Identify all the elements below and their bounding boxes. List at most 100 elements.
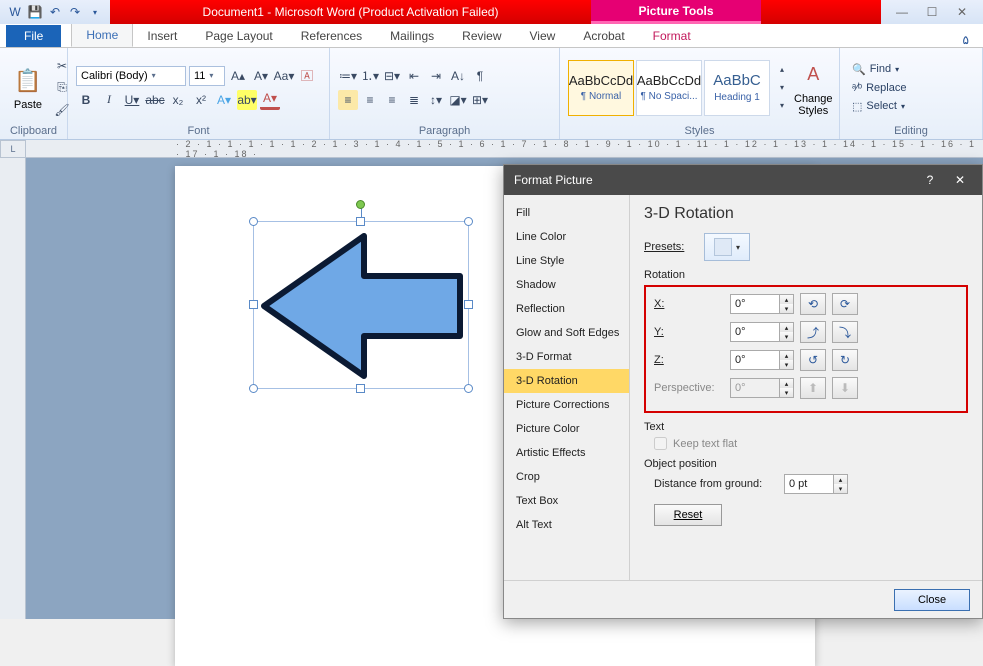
sidebar-picture-corrections[interactable]: Picture Corrections	[504, 393, 629, 417]
y-rotate-down-icon[interactable]: ⤵	[832, 321, 858, 343]
save-icon[interactable]: 💾	[26, 3, 44, 21]
close-button[interactable]: Close	[894, 589, 970, 611]
highlight-icon[interactable]: ab▾	[237, 90, 257, 110]
maximize-icon[interactable]: ☐	[917, 2, 947, 22]
clear-formatting-icon[interactable]: 🄰	[297, 66, 317, 86]
dialog-close-icon[interactable]: ✕	[948, 173, 972, 187]
redo-icon[interactable]: ↷	[66, 3, 84, 21]
subscript-button[interactable]: x₂	[168, 90, 188, 110]
shading-icon[interactable]: ◪▾	[448, 90, 468, 110]
sidebar-shadow[interactable]: Shadow	[504, 273, 629, 297]
minimize-icon[interactable]: —	[887, 2, 917, 22]
sidebar-3d-format[interactable]: 3-D Format	[504, 345, 629, 369]
tab-acrobat[interactable]: Acrobat	[569, 25, 638, 47]
reset-button[interactable]: Reset	[654, 504, 722, 526]
increase-indent-icon[interactable]: ⇥	[426, 66, 446, 86]
sidebar-line-color[interactable]: Line Color	[504, 225, 629, 249]
x-rotate-left-icon[interactable]: ⟲	[800, 293, 826, 315]
z-spinner[interactable]: ▴▾	[780, 350, 794, 370]
style-more-icon[interactable]: ▾	[772, 97, 792, 115]
sidebar-3d-rotation[interactable]: 3-D Rotation	[504, 369, 629, 393]
numbering-icon[interactable]: ⒈▾	[360, 66, 380, 86]
select-button[interactable]: ⬚Select▾	[848, 98, 910, 115]
close-window-icon[interactable]: ✕	[947, 2, 977, 22]
sidebar-artistic-effects[interactable]: Artistic Effects	[504, 441, 629, 465]
distance-input[interactable]: 0 pt	[784, 474, 834, 494]
resize-handle-t[interactable]	[356, 217, 365, 226]
x-rotate-right-icon[interactable]: ⟳	[832, 293, 858, 315]
rotation-handle[interactable]	[356, 200, 365, 209]
presets-dropdown[interactable]: ▾	[704, 233, 750, 261]
find-button[interactable]: 🔍Find▾	[848, 61, 910, 78]
text-effects-icon[interactable]: A▾	[214, 90, 234, 110]
align-center-icon[interactable]: ≡	[360, 90, 380, 110]
style-scroll-down-icon[interactable]: ▾	[772, 79, 792, 97]
z-rotate-cw-icon[interactable]: ↻	[832, 349, 858, 371]
horizontal-ruler[interactable]: · 2 · 1 · 1 · 1 · 1 · 1 · 2 · 1 · 3 · 1 …	[26, 140, 983, 158]
resize-handle-tl[interactable]	[249, 217, 258, 226]
tab-file[interactable]: File	[6, 25, 61, 47]
z-input[interactable]: 0°	[730, 350, 780, 370]
superscript-button[interactable]: x²	[191, 90, 211, 110]
align-left-icon[interactable]: ≡	[338, 90, 358, 110]
y-input[interactable]: 0°	[730, 322, 780, 342]
x-spinner[interactable]: ▴▾	[780, 294, 794, 314]
bullets-icon[interactable]: ≔▾	[338, 66, 358, 86]
tab-references[interactable]: References	[287, 25, 376, 47]
tab-mailings[interactable]: Mailings	[376, 25, 448, 47]
word-icon[interactable]: W	[6, 3, 24, 21]
resize-handle-l[interactable]	[249, 300, 258, 309]
show-marks-icon[interactable]: ¶	[470, 66, 490, 86]
sidebar-glow[interactable]: Glow and Soft Edges	[504, 321, 629, 345]
vertical-ruler[interactable]	[0, 158, 26, 619]
resize-handle-tr[interactable]	[464, 217, 473, 226]
tab-view[interactable]: View	[516, 25, 570, 47]
sidebar-picture-color[interactable]: Picture Color	[504, 417, 629, 441]
font-name-combo[interactable]: Calibri (Body)▾	[76, 66, 186, 86]
decrease-indent-icon[interactable]: ⇤	[404, 66, 424, 86]
borders-icon[interactable]: ⊞▾	[470, 90, 490, 110]
sidebar-reflection[interactable]: Reflection	[504, 297, 629, 321]
change-styles-button[interactable]: A Change Styles	[790, 55, 837, 121]
arrow-shape[interactable]	[254, 222, 470, 390]
dialog-titlebar[interactable]: Format Picture ? ✕	[504, 165, 982, 195]
sidebar-text-box[interactable]: Text Box	[504, 489, 629, 513]
multilevel-list-icon[interactable]: ⊟▾	[382, 66, 402, 86]
tab-review[interactable]: Review	[448, 25, 515, 47]
selected-shape[interactable]	[253, 221, 469, 389]
sidebar-crop[interactable]: Crop	[504, 465, 629, 489]
y-rotate-up-icon[interactable]: ⤴	[800, 321, 826, 343]
tab-insert[interactable]: Insert	[133, 25, 191, 47]
dialog-help-icon[interactable]: ?	[918, 173, 942, 187]
y-spinner[interactable]: ▴▾	[780, 322, 794, 342]
italic-button[interactable]: I	[99, 90, 119, 110]
z-rotate-ccw-icon[interactable]: ↺	[800, 349, 826, 371]
tab-format[interactable]: Format	[639, 25, 705, 47]
style-heading-1[interactable]: AaBbCHeading 1	[704, 60, 770, 116]
replace-button[interactable]: ᵃ⁄ᵇReplace	[848, 80, 910, 96]
sidebar-fill[interactable]: Fill	[504, 201, 629, 225]
font-size-combo[interactable]: 11▾	[189, 66, 225, 86]
shrink-font-icon[interactable]: A▾	[251, 66, 271, 86]
line-spacing-icon[interactable]: ↕▾	[426, 90, 446, 110]
change-case-icon[interactable]: Aa▾	[274, 66, 294, 86]
undo-icon[interactable]: ↶	[46, 3, 64, 21]
style-no-spacing[interactable]: AaBbCcDd¶ No Spaci...	[636, 60, 702, 116]
justify-icon[interactable]: ≣	[404, 90, 424, 110]
style-normal[interactable]: AaBbCcDd¶ Normal	[568, 60, 634, 116]
sidebar-alt-text[interactable]: Alt Text	[504, 513, 629, 537]
resize-handle-r[interactable]	[464, 300, 473, 309]
resize-handle-br[interactable]	[464, 384, 473, 393]
paste-button[interactable]: 📋 Paste	[8, 61, 48, 115]
sidebar-line-style[interactable]: Line Style	[504, 249, 629, 273]
font-color-icon[interactable]: A▾	[260, 90, 280, 110]
sort-icon[interactable]: A↓	[448, 66, 468, 86]
resize-handle-bl[interactable]	[249, 384, 258, 393]
grow-font-icon[interactable]: A▴	[228, 66, 248, 86]
minimize-ribbon-icon[interactable]: ۵	[963, 33, 969, 47]
ruler-corner[interactable]: L	[0, 140, 26, 158]
qat-customize-icon[interactable]: ▾	[86, 3, 104, 21]
tab-page-layout[interactable]: Page Layout	[191, 25, 286, 47]
align-right-icon[interactable]: ≡	[382, 90, 402, 110]
x-input[interactable]: 0°	[730, 294, 780, 314]
